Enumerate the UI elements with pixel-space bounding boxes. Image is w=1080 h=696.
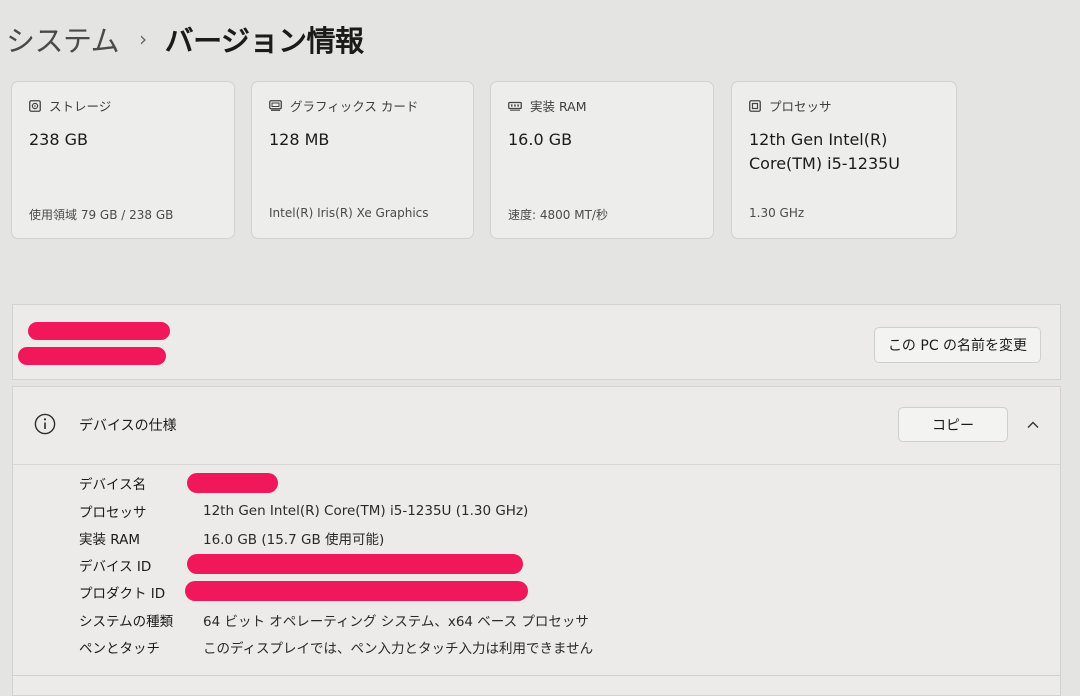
- spec-row-device-name: デバイス名: [79, 470, 203, 496]
- breadcrumb-parent[interactable]: システム: [6, 18, 120, 60]
- spec-row-device-id: デバイス ID: [79, 552, 203, 578]
- card-sub: 速度: 4800 MT/秒: [508, 208, 608, 222]
- card-head: プロセッサ: [749, 96, 832, 115]
- device-name-panel: この PC の名前を変更: [12, 304, 1061, 380]
- card-value: 238 GB: [29, 130, 88, 149]
- graphics-card-icon: [269, 100, 282, 111]
- redacted-device-name-value: [187, 473, 278, 493]
- card-head: グラフィックス カード: [269, 96, 418, 115]
- spec-key: プロセッサ: [79, 505, 147, 521]
- card-head: ストレージ: [29, 96, 111, 115]
- chevron-right-icon: ›: [139, 27, 147, 51]
- spec-value[interactable]: 12th Gen Intel(R) Core(TM) i5-1235U (1.3…: [203, 503, 528, 519]
- spec-row-system-type: システムの種類 64 ビット オペレーティング システム、x64 ベース プロセ…: [79, 607, 589, 633]
- card-storage: ストレージ 238 GB 使用領域 79 GB / 238 GB: [11, 81, 235, 239]
- card-sub: 1.30 GHz: [749, 206, 805, 220]
- spec-key: デバイス ID: [79, 559, 152, 575]
- card-value: 12th Gen Intel(R) Core(TM) i5-1235U: [749, 130, 901, 173]
- card-value: 16.0 GB: [508, 130, 573, 149]
- card-head: 実装 RAM: [508, 96, 587, 115]
- redacted-device-id-value: [187, 554, 523, 574]
- card-label: プロセッサ: [769, 99, 832, 114]
- device-specs-header[interactable]: デバイスの仕様 コピー: [13, 387, 1060, 465]
- redacted-device-model: [18, 347, 166, 365]
- breadcrumb: システム › バージョン情報: [6, 18, 364, 60]
- spec-row-pen-touch: ペンとタッチ このディスプレイでは、ペン入力とタッチ入力は利用できません: [79, 634, 593, 660]
- spec-key: 実装 RAM: [79, 532, 141, 548]
- card-sub: Intel(R) Iris(R) Xe Graphics: [269, 206, 429, 220]
- card-processor: プロセッサ 12th Gen Intel(R) Core(TM) i5-1235…: [731, 81, 957, 239]
- storage-icon: [29, 99, 41, 112]
- device-specs-title: デバイスの仕様: [79, 418, 177, 434]
- spec-row-processor: プロセッサ 12th Gen Intel(R) Core(TM) i5-1235…: [79, 498, 528, 524]
- card-label: ストレージ: [49, 99, 112, 114]
- spec-key: システムの種類: [79, 614, 174, 630]
- chevron-up-icon[interactable]: [1026, 420, 1040, 430]
- spec-key: デバイス名: [79, 477, 147, 493]
- panel-divider: [13, 675, 1060, 676]
- card-label: 実装 RAM: [530, 99, 587, 114]
- rename-pc-button[interactable]: この PC の名前を変更: [874, 327, 1041, 363]
- redacted-product-id-value: [185, 581, 528, 601]
- spec-row-ram: 実装 RAM 16.0 GB (15.7 GB 使用可能): [79, 525, 384, 551]
- spec-key: ペンとタッチ: [79, 641, 160, 657]
- spec-value[interactable]: このディスプレイでは、ペン入力とタッチ入力は利用できません: [203, 637, 593, 657]
- spec-value[interactable]: 64 ビット オペレーティング システム、x64 ベース プロセッサ: [203, 610, 589, 630]
- spec-value[interactable]: 16.0 GB (15.7 GB 使用可能): [203, 528, 384, 548]
- card-sub: 使用領域 79 GB / 238 GB: [29, 208, 174, 222]
- card-ram: 実装 RAM 16.0 GB 速度: 4800 MT/秒: [490, 81, 714, 239]
- copy-button[interactable]: コピー: [898, 407, 1008, 442]
- processor-icon: [749, 99, 761, 112]
- device-specs-panel: デバイスの仕様 コピー デバイス名 プロセッサ 12th Gen Intel(R…: [12, 386, 1061, 696]
- card-graphics: グラフィックス カード 128 MB Intel(R) Iris(R) Xe G…: [251, 81, 474, 239]
- redacted-device-name: [28, 322, 170, 340]
- page-title: バージョン情報: [164, 24, 364, 58]
- card-label: グラフィックス カード: [290, 99, 419, 114]
- ram-icon: [508, 101, 522, 111]
- info-icon: [34, 413, 56, 435]
- card-value: 128 MB: [269, 130, 330, 149]
